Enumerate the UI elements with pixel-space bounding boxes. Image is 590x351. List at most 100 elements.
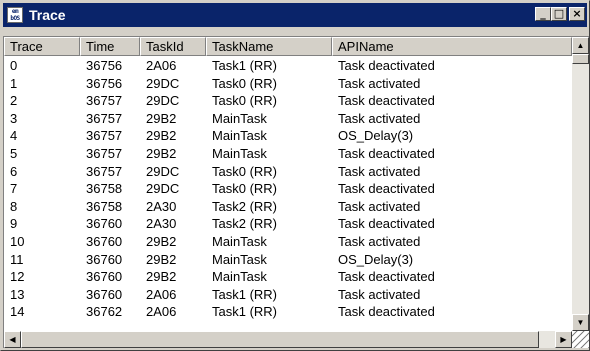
cell-time: 36760 [86,216,123,232]
column-header-trace[interactable]: Trace [4,37,80,56]
column-header-taskid[interactable]: TaskId [140,37,206,56]
list-header: Trace Time TaskId TaskName APIName [4,37,572,56]
window-title: Trace [29,7,66,23]
table-row[interactable]: 13 36760 2A06 Task1 (RR) Task activated [4,286,572,304]
cell-taskid: 29DC [146,181,180,197]
vertical-scroll-thumb[interactable] [572,54,589,64]
cell-apiname: Task deactivated [338,58,435,73]
trace-list[interactable]: Trace Time TaskId TaskName APIName 0 3675… [3,36,589,348]
cell-apiname: Task activated [338,233,421,249]
cell-taskid: 2A30 [146,198,177,214]
cell-taskid: 29DC [146,163,180,179]
horizontal-scroll-thumb[interactable] [21,331,539,348]
table-row[interactable]: 11 36760 29B2 MainTask OS_Delay(3) [4,251,572,269]
scroll-down-button[interactable]: ▼ [572,314,589,331]
cell-trace: 4 [10,128,18,144]
cell-apiname: Task deactivated [338,269,435,285]
table-row[interactable]: 5 36757 29B2 MainTask Task deactivated [4,145,572,163]
cell-apiname: Task deactivated [338,216,435,232]
table-row[interactable]: 0 36756 2A06 Task1 (RR) Task deactivated [4,57,572,75]
cell-taskid: 29DC [146,93,180,109]
cell-time: 36757 [86,110,123,126]
cell-trace: 14 [10,304,25,320]
table-row[interactable]: 6 36757 29DC Task0 (RR) Task activated [4,163,572,181]
table-row[interactable]: 9 36760 2A30 Task2 (RR) Task deactivated [4,215,572,233]
table-row[interactable]: 8 36758 2A30 Task2 (RR) Task activated [4,198,572,216]
cell-taskid: 29B2 [146,110,177,126]
cell-time: 36760 [86,251,123,267]
cell-time: 36758 [86,181,123,197]
cell-time: 36757 [86,145,123,161]
trace-window: em bOS Trace _ □ × Trace Time TaskId Tas… [0,0,590,351]
table-row[interactable]: 7 36758 29DC Task0 (RR) Task deactivated [4,180,572,198]
cell-trace: 3 [10,110,18,126]
cell-apiname: Task activated [338,75,421,91]
cell-time: 36757 [86,163,123,179]
cell-trace: 7 [10,181,18,197]
cell-trace: 8 [10,198,18,214]
cell-taskid: 29B2 [146,269,177,285]
cell-apiname: Task deactivated [338,181,435,197]
table-row[interactable]: 14 36762 2A06 Task1 (RR) Task deactivated [4,303,572,321]
list-rows: 0 36756 2A06 Task1 (RR) Task deactivated 1 367… [4,57,572,321]
table-row[interactable]: 12 36760 29B2 MainTask Task deactivated [4,268,572,286]
table-row[interactable]: 10 36760 29B2 MainTask Task activated [4,233,572,251]
cell-time: 36762 [86,304,123,320]
table-row[interactable]: 4 36757 29B2 MainTask OS_Delay(3) [4,127,572,145]
app-icon-text-top: em [11,8,19,15]
cell-time: 36756 [86,75,123,91]
cell-apiname: Task deactivated [338,93,435,109]
cell-taskid: 29B2 [146,251,177,267]
cell-taskid: 29DC [146,75,180,91]
cell-taskname: Task2 (RR) [212,198,278,214]
title-bar[interactable]: em bOS Trace _ □ × [3,3,587,27]
cell-taskname: Task0 (RR) [212,93,278,109]
scroll-right-button[interactable]: ▶ [555,331,572,348]
embos-app-icon: em bOS [7,7,23,23]
cell-taskname: MainTask [212,251,267,267]
cell-apiname: Task activated [338,286,421,302]
cell-taskid: 2A06 [146,286,177,302]
close-button[interactable]: × [569,7,585,21]
cell-trace: 13 [10,286,25,302]
table-row[interactable]: 1 36756 29DC Task0 (RR) Task activated [4,75,572,93]
cell-taskid: 2A06 [146,58,177,73]
table-row[interactable]: 2 36757 29DC Task0 (RR) Task deactivated [4,92,572,110]
column-header-time[interactable]: Time [80,37,140,56]
cell-time: 36760 [86,286,123,302]
scroll-up-button[interactable]: ▲ [572,37,589,54]
maximize-button[interactable]: □ [551,7,567,21]
cell-taskname: Task1 (RR) [212,286,278,302]
cell-trace: 1 [10,75,18,91]
cell-taskid: 29B2 [146,145,177,161]
cell-taskname: MainTask [212,145,267,161]
cell-trace: 5 [10,145,18,161]
cell-trace: 12 [10,269,25,285]
vertical-scrollbar[interactable]: ▲ ▼ [572,37,589,331]
app-icon-text-bottom: bOS [10,15,20,22]
cell-taskname: Task1 (RR) [212,58,278,73]
cell-taskname: MainTask [212,128,267,144]
cell-time: 36757 [86,93,123,109]
horizontal-scrollbar[interactable]: ◀ ▶ [4,331,572,348]
cell-trace: 10 [10,233,25,249]
cell-time: 36760 [86,269,123,285]
cell-time: 36756 [86,58,123,73]
cell-trace: 9 [10,216,18,232]
cell-taskid: 2A06 [146,304,177,320]
minimize-button[interactable]: _ [535,7,551,21]
cell-trace: 11 [10,251,24,267]
column-header-taskname[interactable]: TaskName [206,37,332,56]
cell-taskname: Task1 (RR) [212,304,278,320]
cell-taskid: 29B2 [146,233,177,249]
cell-taskname: MainTask [212,269,267,285]
column-header-apiname[interactable]: APIName [332,37,572,56]
cell-taskname: MainTask [212,110,267,126]
cell-apiname: Task activated [338,198,421,214]
table-row[interactable]: 3 36757 29B2 MainTask Task activated [4,110,572,128]
cell-time: 36758 [86,198,123,214]
resize-grip-icon[interactable] [572,331,589,348]
cell-trace: 2 [10,93,18,109]
scroll-left-button[interactable]: ◀ [4,331,21,348]
cell-apiname: OS_Delay(3) [338,128,414,144]
